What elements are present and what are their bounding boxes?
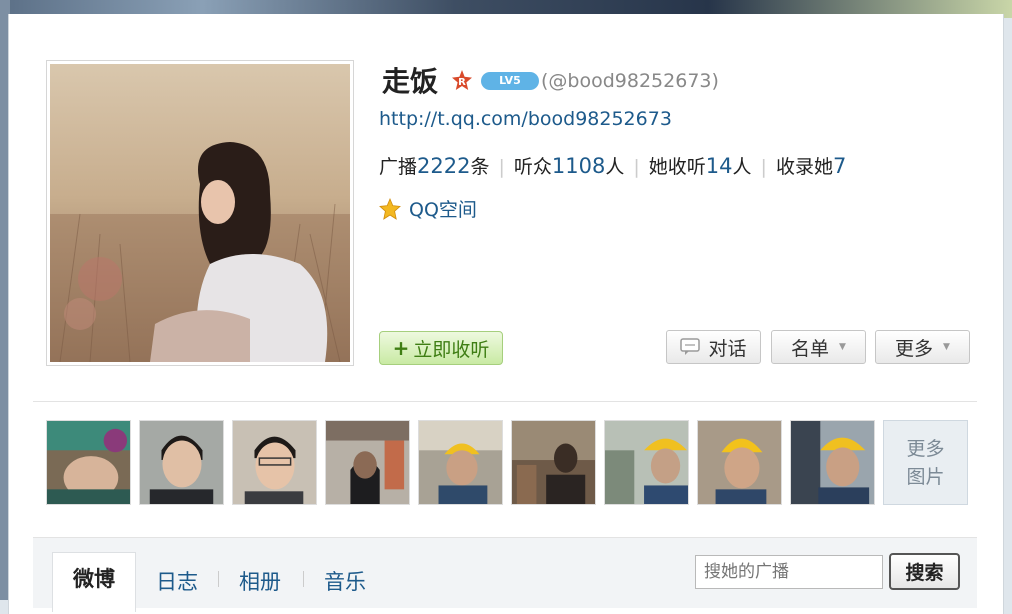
- profile-url-link[interactable]: http://t.qq.com/bood98252673: [379, 108, 672, 130]
- profile-name: 走饭: [382, 65, 439, 98]
- photo-thumbnail[interactable]: [46, 420, 131, 505]
- qzone-star-icon: [379, 197, 401, 220]
- plus-icon: +: [392, 336, 410, 360]
- photo-thumbnail[interactable]: [139, 420, 224, 505]
- qzone-link[interactable]: QQ空间: [379, 195, 477, 222]
- tab-divider: [218, 571, 219, 587]
- follow-button[interactable]: + 立即收听: [379, 331, 503, 365]
- verified-r-icon[interactable]: R: [452, 70, 472, 90]
- tab-diary[interactable]: 日志: [156, 566, 198, 596]
- dialog-button[interactable]: 对话: [666, 330, 761, 364]
- following-stat[interactable]: 她收听14人: [649, 152, 752, 179]
- list-dropdown-button[interactable]: 名单 ▼: [771, 330, 866, 364]
- tab-album[interactable]: 相册: [239, 566, 281, 596]
- stat-divider: |: [760, 156, 767, 178]
- svg-text:R: R: [458, 77, 466, 88]
- profile-handle: (@bood98252673): [541, 70, 719, 92]
- profile-photo[interactable]: [46, 60, 354, 366]
- collected-stat[interactable]: 收录她7: [776, 152, 846, 179]
- photo-thumbnail[interactable]: [790, 420, 875, 505]
- section-divider: [33, 401, 977, 402]
- chat-bubble-icon: [680, 338, 701, 355]
- tab-divider: [303, 571, 304, 587]
- profile-stats: 广播2222条 | 听众1108人 | 她收听14人 | 收录她7: [379, 152, 846, 179]
- level-badge[interactable]: LV5: [481, 72, 539, 90]
- photo-thumbnail[interactable]: [232, 420, 317, 505]
- more-dropdown-button[interactable]: 更多 ▼: [875, 330, 970, 364]
- photo-thumbnail[interactable]: [697, 420, 782, 505]
- photo-strip: [46, 420, 875, 505]
- stat-divider: |: [498, 156, 505, 178]
- photo-thumbnail[interactable]: [604, 420, 689, 505]
- tab-weibo[interactable]: 微博: [52, 552, 136, 612]
- photo-thumbnail[interactable]: [511, 420, 596, 505]
- listeners-stat[interactable]: 听众1108人: [514, 152, 624, 179]
- photo-thumbnail[interactable]: [325, 420, 410, 505]
- tab-music[interactable]: 音乐: [324, 566, 366, 596]
- chevron-down-icon: ▼: [943, 342, 950, 352]
- more-photos-button[interactable]: 更多 图片: [883, 420, 968, 505]
- broadcast-stat[interactable]: 广播2222条: [379, 152, 489, 179]
- photo-thumbnail[interactable]: [418, 420, 503, 505]
- stat-divider: |: [633, 156, 640, 178]
- chevron-down-icon: ▼: [839, 342, 846, 352]
- broadcast-search-input[interactable]: [695, 555, 883, 589]
- search-button[interactable]: 搜索: [889, 553, 960, 590]
